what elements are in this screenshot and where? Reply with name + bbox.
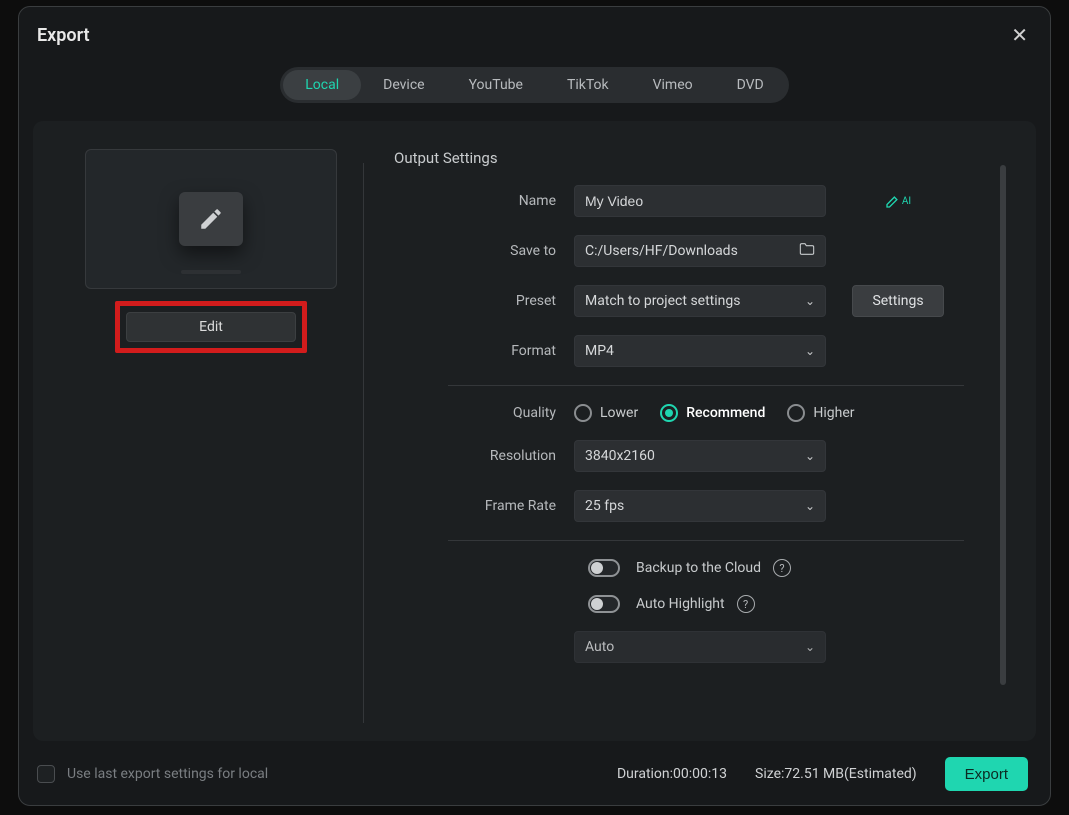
auto-select-row: Auto ⌄ [394,631,1012,663]
auto-value: Auto [585,639,614,655]
tab-tiktok[interactable]: TikTok [545,70,631,100]
ai-rename-icon[interactable]: AI [852,193,944,209]
divider [448,385,964,386]
label-frame-rate: Frame Rate [394,498,574,514]
use-last-label: Use last export settings for local [67,766,268,782]
quality-radios: Lower Recommend Higher [574,404,944,422]
save-to-value: C:/Users/HF/Downloads [585,243,738,259]
duration-text: Duration:00:00:13 [617,766,727,782]
folder-icon[interactable] [799,242,815,260]
frame-rate-value: 25 fps [585,498,624,514]
use-last-checkbox[interactable] [37,765,55,783]
resolution-select[interactable]: 3840x2160 ⌄ [574,440,826,472]
auto-select[interactable]: Auto ⌄ [574,631,826,663]
radio-lower[interactable]: Lower [574,404,638,422]
radio-recommend[interactable]: Recommend [660,404,765,422]
frame-rate-select[interactable]: 25 fps ⌄ [574,490,826,522]
export-button[interactable]: Export [945,757,1028,791]
form-grid-2: Quality Lower Recommend Higher [394,404,1012,522]
titlebar: Export ✕ [19,7,1050,57]
settings-button[interactable]: Settings [852,285,944,317]
close-icon[interactable]: ✕ [1007,21,1032,49]
main-panel: Edit Output Settings Name AI Save t [33,121,1036,741]
use-last-checkbox-wrap[interactable]: Use last export settings for local [37,765,268,783]
tab-vimeo[interactable]: Vimeo [631,70,715,100]
dialog-title: Export [37,25,90,46]
chevron-down-icon: ⌄ [805,449,815,463]
scrollbar-thumb[interactable] [1000,165,1006,685]
footer-right: Duration:00:00:13 Size:72.51 MB(Estimate… [617,757,1028,791]
export-dialog: Export ✕ Local Device YouTube TikTok Vim… [18,6,1051,806]
preview-thumbnail[interactable] [85,149,337,289]
chevron-down-icon: ⌄ [805,640,815,654]
footer: Use last export settings for local Durat… [19,741,1050,809]
label-format: Format [394,343,574,359]
label-name: Name [394,193,574,209]
settings-column: Output Settings Name AI Save to C:/Users… [376,149,1012,723]
tabs: Local Device YouTube TikTok Vimeo DVD [280,67,789,103]
edit-highlight-frame: Edit [115,301,307,353]
tab-local[interactable]: Local [283,70,361,100]
section-title: Output Settings [394,149,1012,167]
preview-shadow [181,270,241,274]
chevron-down-icon: ⌄ [805,344,815,358]
backup-label: Backup to the Cloud ? [636,559,1012,577]
tabs-container: Local Device YouTube TikTok Vimeo DVD [19,57,1050,121]
save-to-field[interactable]: C:/Users/HF/Downloads [574,235,826,267]
radio-circle-selected [660,404,678,422]
name-field[interactable] [574,185,826,217]
divider [448,540,964,541]
tab-dvd[interactable]: DVD [715,70,786,100]
radio-higher[interactable]: Higher [787,404,854,422]
tab-youtube[interactable]: YouTube [447,70,545,100]
preview-column: Edit [61,149,361,723]
backup-toggle[interactable] [588,559,620,577]
format-value: MP4 [585,343,614,359]
format-select[interactable]: MP4 ⌄ [574,335,826,367]
resolution-value: 3840x2160 [585,448,655,464]
backup-row: Backup to the Cloud ? [394,559,1012,577]
preset-value: Match to project settings [585,293,740,309]
label-save-to: Save to [394,243,574,259]
edit-button[interactable]: Edit [126,312,296,342]
label-resolution: Resolution [394,448,574,464]
form-grid: Name AI Save to C:/Users/HF/Downloads [394,185,1012,367]
label-preset: Preset [394,293,574,309]
radio-circle [574,404,592,422]
name-input[interactable] [585,193,815,209]
chevron-down-icon: ⌄ [805,499,815,513]
pencil-icon [179,192,243,246]
highlight-label: Auto Highlight ? [636,595,1012,613]
chevron-down-icon: ⌄ [805,294,815,308]
preset-select[interactable]: Match to project settings ⌄ [574,285,826,317]
highlight-toggle[interactable] [588,595,620,613]
label-quality: Quality [394,405,574,421]
tab-device[interactable]: Device [361,70,446,100]
size-text: Size:72.51 MB(Estimated) [755,766,917,782]
radio-circle [787,404,805,422]
help-icon[interactable]: ? [773,559,791,577]
highlight-row: Auto Highlight ? [394,595,1012,613]
help-icon[interactable]: ? [737,595,755,613]
vertical-divider [363,163,364,723]
